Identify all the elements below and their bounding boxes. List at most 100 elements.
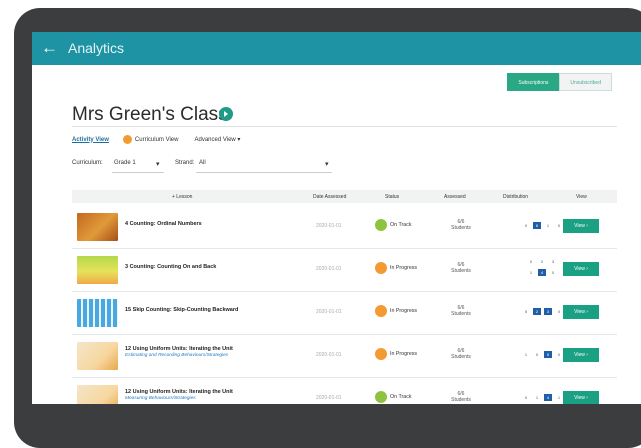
status: On Track [375, 391, 412, 403]
lesson-thumbnail [77, 385, 118, 404]
distribution-cell: 3 [544, 308, 552, 315]
subscriptions-button[interactable]: Subscriptions [507, 73, 560, 91]
row-divider [72, 291, 617, 292]
status: In Progress [375, 348, 417, 360]
distribution-cell: 1 [557, 395, 561, 400]
assessed-column-header[interactable]: Assessed [444, 194, 466, 200]
assessed-count: 6/6 Students [449, 391, 473, 403]
status: In Progress [375, 262, 417, 274]
distribution-cell: 4 [544, 394, 552, 401]
arrow-circle-icon [375, 262, 387, 274]
status: In Progress [375, 305, 417, 317]
lesson-thumbnail [77, 342, 118, 370]
date-assessed: 2020-01-01 [316, 309, 342, 315]
lesson-title[interactable]: 12 Using Uniform Units: Iterating the Un… [125, 346, 233, 352]
view-button-label: View [574, 223, 585, 229]
top-bar: ← Analytics [32, 32, 641, 65]
lesson-thumbnail [77, 256, 118, 284]
distribution-cell: 0 [557, 223, 561, 228]
distribution-cell: 5 [524, 309, 528, 314]
distribution-cell: 0 [557, 352, 561, 357]
subscription-toggle: Subscriptions Unsubscribed [507, 73, 612, 91]
lesson-title[interactable]: 15 Skip Counting: Skip-Counting Backward [125, 307, 238, 313]
distribution-cell: 0 [551, 270, 555, 275]
date-assessed: 2020-01-01 [316, 266, 342, 272]
date-assessed: 2020-01-01 [316, 352, 342, 358]
view-button[interactable]: View › [563, 305, 599, 319]
assessed-count: 6/6 Students [449, 305, 473, 317]
table-row[interactable]: 3 Counting: Counting On and Back 2020-01… [72, 250, 617, 288]
table-row[interactable]: 15 Skip Counting: Skip-Counting Backward… [72, 293, 617, 331]
distribution-cell: 1 [535, 395, 539, 400]
lesson-title[interactable]: 12 Using Uniform Units: Iterating the Un… [125, 389, 233, 395]
lesson-thumbnail [77, 213, 118, 241]
distribution-cell: 1 [524, 352, 528, 357]
view-switcher: Activity View Curriculum View Advanced V… [72, 135, 240, 144]
divider [72, 126, 617, 127]
view-button-label: View [574, 266, 585, 272]
lesson-thumbnail [77, 299, 118, 327]
status: On Track [375, 219, 412, 231]
table-row[interactable]: 4 Counting: Ordinal Numbers 2020-01-01 O… [72, 207, 617, 245]
distribution-cell: 1 [529, 270, 533, 275]
view-button[interactable]: View › [563, 219, 599, 233]
distribution-cell: 5 [544, 351, 552, 358]
play-circle-icon[interactable] [219, 107, 233, 121]
curriculum-label: Curriculum: [72, 160, 103, 166]
view-button-label: View [574, 352, 585, 358]
status-text: In Progress [390, 265, 418, 271]
activity-view-tab[interactable]: Activity View [72, 137, 109, 143]
row-divider [72, 248, 617, 249]
distribution-cell: 0 [535, 352, 539, 357]
check-circle-icon [375, 391, 387, 403]
curriculum-icon [122, 135, 132, 144]
lesson-subtitle[interactable]: Measuring Behaviours/Strategies [125, 396, 196, 401]
back-arrow-icon[interactable]: ← [41, 38, 58, 58]
advanced-view-dropdown[interactable]: Advanced View ▾ [194, 136, 240, 143]
check-circle-icon [375, 219, 387, 231]
curriculum-view-tab[interactable]: Curriculum View [135, 137, 179, 143]
strand-select[interactable]: All [199, 160, 206, 166]
assessed-unit: Students [451, 354, 471, 360]
assessed-count: 6/6 Students [449, 262, 473, 274]
lesson-title[interactable]: 3 Counting: Counting On and Back [125, 264, 216, 270]
date-assessed: 2020-01-01 [316, 223, 342, 229]
screen: ← Analytics Subscriptions Unsubscribed M… [32, 32, 641, 404]
strand-chevron-icon[interactable]: ▾ [325, 160, 329, 168]
view-column-header: View [576, 194, 587, 200]
view-button[interactable]: View › [563, 391, 599, 404]
lesson-column-header[interactable]: + Lesson [172, 194, 192, 200]
distribution-cell: 0 [529, 259, 533, 264]
distribution-cell: 1 [546, 223, 550, 228]
row-divider [72, 377, 617, 378]
status-text: In Progress [390, 351, 418, 357]
class-title: Mrs Green's Class [72, 104, 228, 125]
page-title: Analytics [68, 40, 125, 56]
status-text: On Track [390, 394, 412, 400]
view-button[interactable]: View › [563, 348, 599, 362]
table-row[interactable]: 12 Using Uniform Units: Iterating the Un… [72, 336, 617, 374]
view-button-label: View [574, 395, 585, 401]
date-assessed: 2020-01-01 [316, 395, 342, 401]
curriculum-chevron-icon[interactable]: ▾ [156, 160, 160, 168]
status-column-header[interactable]: Status [385, 194, 399, 200]
view-button[interactable]: View › [563, 262, 599, 276]
assessed-unit: Students [451, 397, 471, 403]
assessed-unit: Students [451, 268, 471, 274]
strand-underline [196, 172, 332, 173]
date-column-header[interactable]: Date Assessed [313, 194, 346, 200]
arrow-circle-icon [375, 305, 387, 317]
unsubscribed-button[interactable]: Unsubscribed [559, 73, 612, 91]
lesson-subtitle[interactable]: Estimating and Recording Behaviours/Stra… [125, 353, 228, 358]
table-row[interactable]: 12 Using Uniform Units: Iterating the Un… [72, 379, 617, 404]
strand-label: Strand: [175, 160, 195, 166]
distribution-cell: 2 [540, 259, 544, 264]
distribution-cell: 0 [524, 223, 528, 228]
curriculum-select[interactable]: Grade 1 [114, 160, 136, 166]
distribution-cell: 0 [524, 395, 528, 400]
row-divider [72, 334, 617, 335]
lesson-title[interactable]: 4 Counting: Ordinal Numbers [125, 221, 202, 227]
distribution-cell: 3 [551, 259, 555, 264]
distribution-cell: 2 [533, 308, 541, 315]
distribution-column-header[interactable]: Distribution [503, 194, 528, 200]
